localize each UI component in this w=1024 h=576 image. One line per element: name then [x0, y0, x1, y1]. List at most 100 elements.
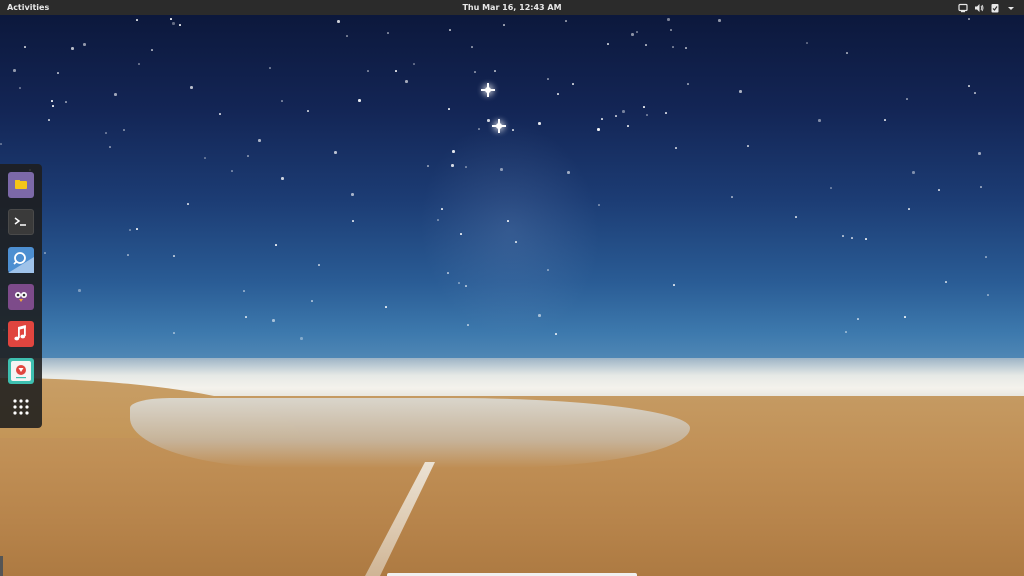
- star: [667, 18, 670, 21]
- star: [173, 332, 175, 334]
- star: [731, 196, 733, 198]
- top-bar: Activities Thu Mar 16, 12:43 AM: [0, 0, 1024, 15]
- system-menu-arrow-icon[interactable]: [1006, 3, 1016, 13]
- system-tray[interactable]: [958, 2, 1016, 13]
- star: [123, 129, 125, 131]
- star: [645, 44, 647, 46]
- clock-button[interactable]: Thu Mar 16, 12:43 AM: [462, 3, 561, 12]
- star: [598, 204, 600, 206]
- star: [78, 289, 81, 292]
- star: [138, 63, 140, 65]
- star: [172, 22, 175, 25]
- star: [449, 29, 451, 31]
- star: [245, 316, 247, 318]
- star: [665, 112, 667, 114]
- star: [547, 269, 549, 271]
- star: [71, 47, 74, 50]
- dock-item-web-browser[interactable]: [8, 247, 34, 273]
- dock-item-music[interactable]: [8, 321, 34, 347]
- star: [555, 333, 557, 335]
- star: [187, 203, 189, 205]
- star: [269, 67, 271, 69]
- star: [247, 155, 249, 157]
- star: [687, 83, 689, 85]
- wallpaper-water: [130, 398, 690, 468]
- display-icon[interactable]: [958, 3, 968, 13]
- dock-item-chat-app[interactable]: [8, 284, 34, 310]
- dock-item-show-applications[interactable]: [8, 394, 34, 420]
- dock-item-software-center[interactable]: [8, 358, 34, 384]
- star: [974, 92, 976, 94]
- star: [465, 285, 467, 287]
- volume-icon[interactable]: [974, 3, 984, 13]
- star: [601, 118, 603, 120]
- desktop: Activities Thu Mar 16, 12:43 AM: [0, 0, 1024, 576]
- star: [675, 147, 677, 149]
- star: [258, 139, 261, 142]
- star: [243, 290, 245, 292]
- star: [105, 132, 107, 134]
- star: [109, 146, 111, 148]
- star: [437, 219, 439, 221]
- clock-container: Thu Mar 16, 12:43 AM: [0, 3, 1024, 12]
- star: [307, 110, 309, 112]
- star: [474, 71, 476, 73]
- star: [179, 24, 181, 26]
- star: [565, 20, 567, 22]
- star: [597, 128, 600, 131]
- star: [857, 318, 859, 320]
- star: [557, 93, 559, 95]
- star: [622, 110, 625, 113]
- star: [500, 168, 503, 171]
- star: [300, 337, 303, 340]
- star: [385, 306, 387, 308]
- star: [405, 80, 408, 83]
- star: [190, 86, 193, 89]
- star: [912, 171, 915, 174]
- star: [465, 166, 467, 168]
- star: [219, 113, 221, 115]
- star: [904, 316, 906, 318]
- star: [538, 314, 541, 317]
- star: [451, 164, 454, 167]
- star: [636, 31, 638, 33]
- star: [358, 99, 361, 102]
- clipboard-check-icon[interactable]: [990, 3, 1000, 13]
- star: [65, 101, 67, 103]
- star: [718, 19, 721, 22]
- star: [83, 43, 86, 46]
- star: [938, 189, 940, 191]
- music-icon: [8, 321, 34, 347]
- wallpaper-milky-way: [405, 108, 615, 352]
- star: [884, 119, 886, 121]
- dock-item-files[interactable]: [8, 172, 34, 198]
- bright-star: [481, 83, 495, 97]
- star: [427, 165, 429, 167]
- star: [631, 33, 634, 36]
- star: [906, 98, 908, 100]
- star: [318, 264, 320, 266]
- star: [846, 52, 848, 54]
- star: [615, 115, 617, 117]
- star: [173, 255, 175, 257]
- dock-item-terminal[interactable]: [8, 209, 34, 235]
- star: [413, 63, 415, 65]
- dash-dock: [0, 164, 42, 428]
- star: [52, 105, 54, 107]
- star: [512, 129, 514, 131]
- star: [851, 237, 853, 239]
- star: [447, 272, 449, 274]
- star: [387, 32, 389, 34]
- web-browser-icon: [8, 247, 34, 273]
- star: [818, 119, 821, 122]
- star: [515, 241, 517, 243]
- star: [538, 122, 541, 125]
- star: [987, 294, 989, 296]
- star: [467, 324, 469, 326]
- star: [830, 187, 832, 189]
- chat-app-icon: [8, 284, 34, 310]
- star: [170, 18, 172, 20]
- star: [865, 238, 867, 240]
- star: [51, 100, 53, 102]
- star: [337, 20, 340, 23]
